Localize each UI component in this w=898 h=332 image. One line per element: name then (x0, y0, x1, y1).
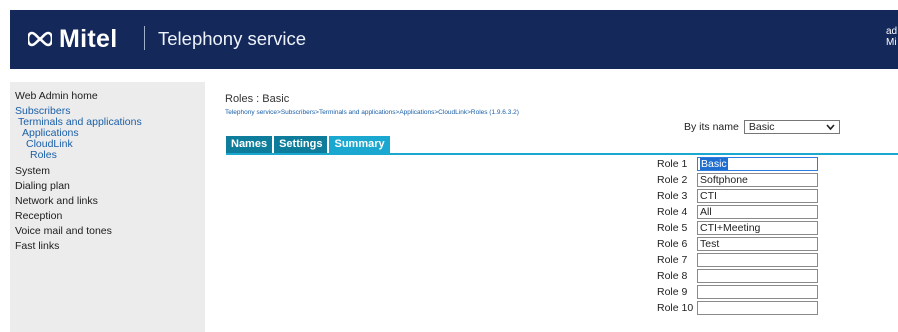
page-title: Roles : Basic (225, 93, 290, 105)
sidebar-item-system[interactable]: System (15, 165, 50, 177)
role-value: CTI (700, 190, 717, 202)
sidebar-item-network-and-links[interactable]: Network and links (15, 195, 98, 207)
role-label: Role 2 (657, 174, 688, 186)
name-filter: By its name Basic (684, 120, 840, 134)
sidebar-item-roles[interactable]: Roles (30, 149, 57, 161)
role-row: Role 4 All (657, 205, 818, 220)
role-label: Role 6 (657, 238, 688, 250)
tab-names[interactable]: Names (226, 136, 273, 153)
sidebar-item-voice-mail-and-tones[interactable]: Voice mail and tones (15, 225, 112, 237)
user-info-line1: ad (886, 26, 898, 37)
role-5-input[interactable]: CTI+Meeting (697, 221, 818, 235)
role-1-input[interactable]: Basic (697, 157, 818, 171)
sidebar-item-fast-links[interactable]: Fast links (15, 240, 59, 252)
role-row: Role 2 Softphone (657, 173, 818, 188)
role-10-input[interactable] (697, 301, 818, 315)
mitel-logo-icon (28, 31, 52, 47)
sidebar: Web Admin home Subscribers Terminals and… (10, 82, 205, 332)
role-8-input[interactable] (697, 269, 818, 283)
sidebar-item-web-admin-home[interactable]: Web Admin home (15, 90, 98, 102)
role-value: Basic (700, 158, 728, 170)
breadcrumb[interactable]: Telephony service>Subscribers>Terminals … (225, 109, 519, 116)
role-row: Role 6 Test (657, 237, 818, 252)
role-row: Role 8 (657, 269, 818, 284)
sidebar-item-dialing-plan[interactable]: Dialing plan (15, 180, 70, 192)
role-name-select[interactable]: Basic (743, 120, 840, 134)
role-value: All (700, 206, 712, 218)
role-value: Test (700, 238, 720, 250)
header-divider (144, 26, 145, 50)
role-label: Role 9 (657, 286, 688, 298)
role-row: Role 5 CTI+Meeting (657, 221, 818, 236)
tab-settings[interactable]: Settings (274, 136, 328, 153)
role-9-input[interactable] (697, 285, 818, 299)
chevron-down-icon (826, 124, 835, 131)
role-3-input[interactable]: CTI (697, 189, 818, 203)
role-label: Role 4 (657, 206, 688, 218)
role-value: Softphone (700, 174, 748, 186)
main-content: Roles : Basic Telephony service>Subscrib… (205, 82, 898, 332)
tab-underline (226, 153, 898, 155)
mitel-logo[interactable]: Mitel (28, 22, 117, 56)
brand-name: Mitel (59, 25, 118, 53)
role-row: Role 9 (657, 285, 818, 300)
app-header: Mitel Telephony service ad Mi (10, 10, 898, 69)
role-row: Role 10 (657, 301, 818, 316)
role-name-select-value: Basic (748, 121, 775, 133)
role-label: Role 3 (657, 190, 688, 202)
tab-summary[interactable]: Summary (329, 136, 390, 153)
role-2-input[interactable]: Softphone (697, 173, 818, 187)
role-label: Role 8 (657, 270, 688, 282)
tab-bar: Names Settings Summary (226, 136, 392, 153)
filter-label: By its name (684, 121, 739, 133)
role-7-input[interactable] (697, 253, 818, 267)
user-info-line2: Mi (886, 37, 897, 48)
role-row: Role 1 Basic (657, 157, 818, 172)
sidebar-item-reception[interactable]: Reception (15, 210, 62, 222)
role-row: Role 7 (657, 253, 818, 268)
role-6-input[interactable]: Test (697, 237, 818, 251)
role-value: CTI+Meeting (700, 222, 761, 234)
page-header-title: Telephony service (158, 28, 307, 49)
role-label: Role 10 (657, 302, 694, 314)
role-label: Role 1 (657, 158, 688, 170)
role-label: Role 5 (657, 222, 688, 234)
role-row: Role 3 CTI (657, 189, 818, 204)
role-label: Role 7 (657, 254, 688, 266)
role-4-input[interactable]: All (697, 205, 818, 219)
user-info[interactable]: ad Mi (886, 26, 898, 48)
